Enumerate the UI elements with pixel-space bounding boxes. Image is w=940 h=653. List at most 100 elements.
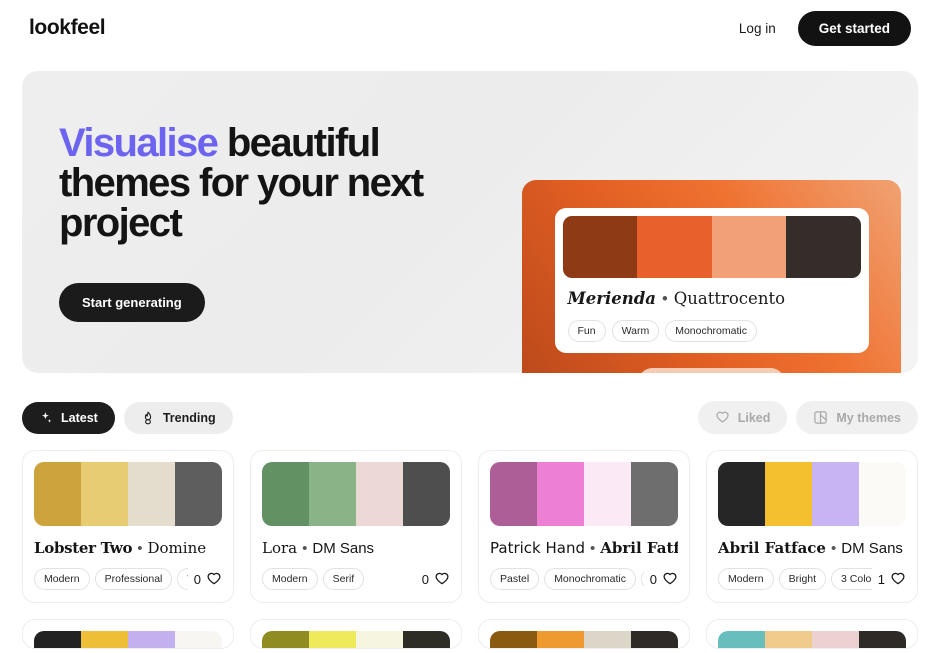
filter-my-themes[interactable]: My themes [796, 401, 918, 434]
featured-tag[interactable]: Monochromatic [665, 320, 757, 342]
swatch [765, 631, 812, 648]
like-count: 0 [421, 571, 429, 587]
theme-separator: • [589, 540, 596, 557]
swatch [128, 462, 175, 526]
start-generating-button[interactable]: Start generating [59, 282, 205, 322]
theme-separator: • [830, 540, 837, 557]
theme-card[interactable] [250, 619, 462, 649]
swatch [356, 631, 403, 648]
theme-card[interactable]: Lora • DM Sans Modern Serif 0 [250, 450, 462, 603]
swatch [812, 631, 859, 648]
like-count: 0 [193, 571, 201, 587]
theme-tag[interactable]: Modern [34, 568, 90, 590]
theme-tag[interactable]: 3 Colors [831, 568, 872, 590]
theme-card-footer: Modern Serif 0 [262, 568, 450, 590]
filter-bar: Latest Trending Liked My themes [22, 401, 918, 434]
filter-liked[interactable]: Liked [697, 401, 788, 434]
theme-separator: • [302, 540, 308, 557]
swatch [859, 462, 906, 526]
swatch [34, 462, 81, 526]
theme-tag[interactable]: Professional [94, 568, 173, 590]
swatch [490, 631, 537, 648]
theme-card[interactable] [478, 619, 690, 649]
featured-tag[interactable]: Warm [611, 320, 660, 342]
logo[interactable]: lookfeel [29, 16, 106, 40]
swatch [175, 462, 222, 526]
swatch [34, 631, 81, 648]
swatch [309, 462, 356, 526]
swatch [403, 631, 450, 648]
swatch-row [718, 462, 906, 526]
swatch [765, 462, 812, 526]
login-link[interactable]: Log in [739, 21, 776, 36]
featured-swatch-2 [637, 216, 712, 278]
tab-trending[interactable]: Trending [123, 401, 233, 434]
theme-font-secondary: Abril Fatface [600, 539, 678, 557]
theme-card[interactable] [22, 619, 234, 649]
theme-tag[interactable]: Warm [177, 568, 188, 590]
swatch [262, 631, 309, 648]
swatch [262, 462, 309, 526]
theme-tag[interactable]: Serif [322, 568, 365, 590]
heart-icon[interactable] [434, 571, 450, 587]
tab-latest[interactable]: Latest [22, 401, 115, 434]
theme-tag[interactable]: Modern [718, 568, 774, 590]
tab-trending-label: Trending [162, 410, 216, 425]
theme-font-secondary: Domine [147, 539, 207, 557]
theme-card[interactable]: Patrick Hand•Abril Fatface Pastel Monoch… [478, 450, 690, 603]
theme-card[interactable]: Abril Fatface • DM Sans Modern Bright 3 Co… [706, 450, 918, 603]
swatch [631, 631, 678, 648]
theme-tag[interactable]: Bright [778, 568, 827, 590]
theme-card-footer: Modern Professional Warm 0 [34, 568, 222, 590]
like-control[interactable]: 0 [422, 571, 450, 587]
like-control[interactable]: 1 [878, 571, 906, 587]
featured-font-primary: Merienda [567, 289, 656, 308]
like-control[interactable]: 0 [650, 571, 678, 587]
theme-font-pair: Lora • DM Sans [262, 539, 450, 557]
swatch [490, 462, 537, 526]
theme-separator: • [137, 540, 143, 557]
featured-swatch-1 [562, 216, 637, 278]
featured-theme-panel: Merienda • Quattrocento Fun Warm Monochrom… [522, 180, 901, 373]
theme-font-primary: Lobster Two [34, 539, 133, 557]
swatch-row [262, 631, 450, 648]
swatch [309, 631, 356, 648]
filter-liked-label: Liked [737, 410, 771, 425]
theme-font-pair: Abril Fatface • DM Sans [718, 539, 906, 557]
featured-theme-badge[interactable]: Featured theme [638, 368, 785, 373]
theme-font-secondary: DM Sans [841, 540, 903, 557]
theme-font-pair: Lobster Two • Domine [34, 539, 222, 557]
theme-card[interactable]: Lobster Two•Domine Modern Professional W… [22, 450, 234, 603]
swatch [718, 462, 765, 526]
swatch-row [490, 462, 678, 526]
heart-icon[interactable] [662, 571, 678, 587]
like-count: 0 [649, 571, 657, 587]
theme-card-footer: Modern Bright 3 Colors 1 [718, 568, 906, 590]
site-header: lookfeel Log in Get started [0, 0, 940, 56]
swatch [584, 462, 631, 526]
featured-theme-card[interactable]: Merienda • Quattrocento Fun Warm Monochrom… [554, 208, 869, 353]
theme-tag-list: Modern Professional Warm [34, 568, 188, 590]
swatch-row [34, 631, 222, 648]
heart-icon[interactable] [206, 571, 222, 587]
swatch-row [34, 462, 222, 526]
theme-tag[interactable]: Pastel [490, 568, 540, 590]
heart-icon[interactable] [890, 571, 906, 587]
theme-tag[interactable]: Modern [262, 568, 318, 590]
filter-my-themes-label: My themes [836, 410, 901, 425]
featured-swatch-row [562, 216, 861, 278]
swatch [356, 462, 403, 526]
featured-tag[interactable]: Fun [567, 320, 606, 342]
theme-font-primary: Patrick Hand [490, 539, 585, 557]
get-started-button[interactable]: Get started [797, 10, 911, 46]
like-control[interactable]: 0 [194, 571, 222, 587]
swatch [537, 631, 584, 648]
theme-tag[interactable]: 2 [640, 568, 644, 590]
swatch [812, 462, 859, 526]
flame-icon [141, 411, 155, 425]
theme-card[interactable] [706, 619, 918, 649]
featured-swatch-4 [786, 216, 861, 278]
swatch [718, 631, 765, 648]
theme-tag[interactable]: Monochromatic [544, 568, 636, 590]
theme-grid-next-row [22, 619, 918, 649]
